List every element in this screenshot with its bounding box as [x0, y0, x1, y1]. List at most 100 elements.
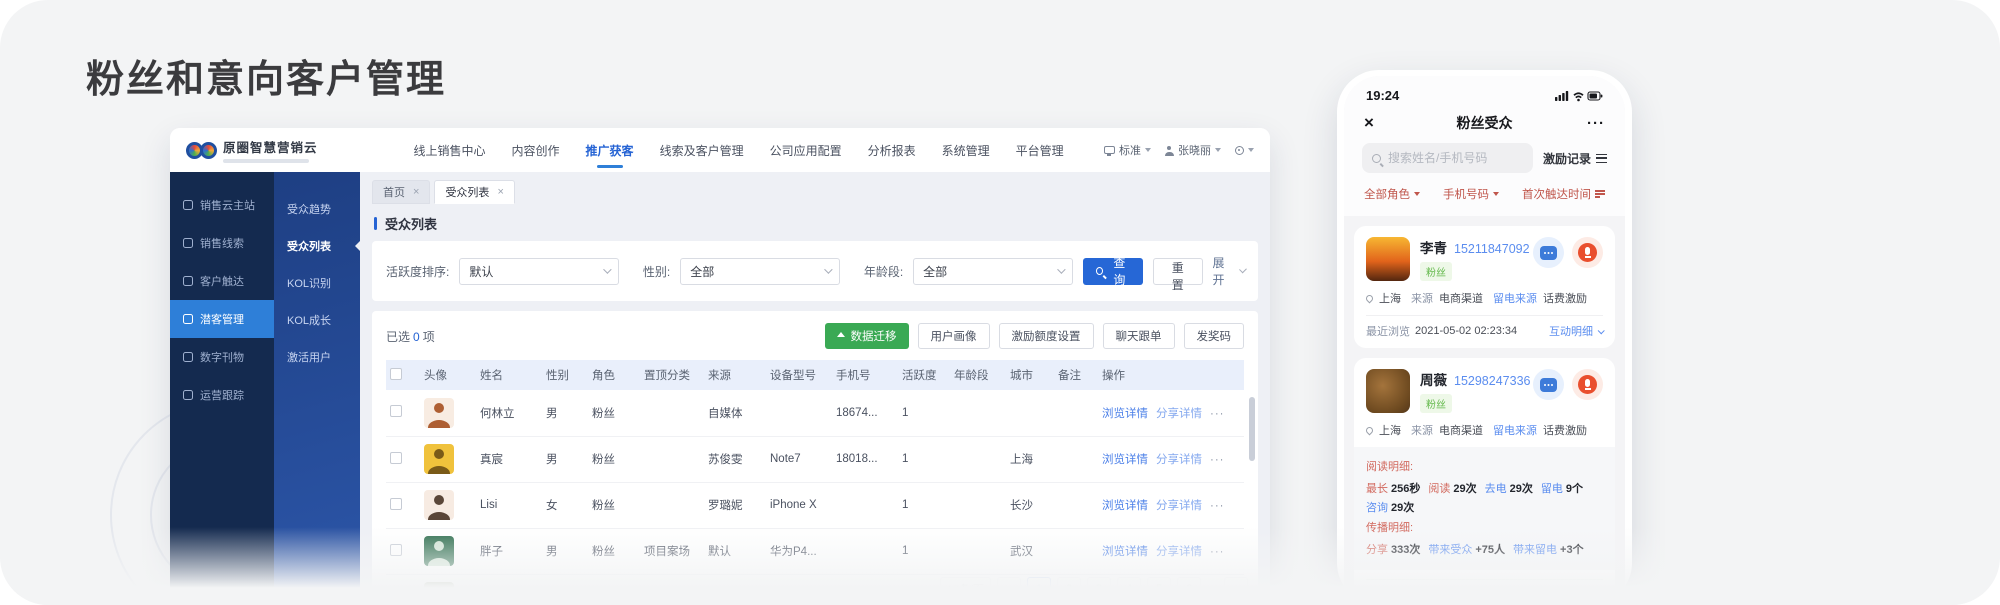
interaction-detail-toggle[interactable]: 互动明细: [1549, 323, 1603, 339]
workspace-switcher[interactable]: 标准: [1104, 142, 1151, 158]
phone-filter-2[interactable]: 首次触达时间: [1522, 186, 1605, 202]
page-size-select[interactable]: 10条/页: [940, 577, 991, 601]
submenu-item[interactable]: KOL成长: [274, 301, 360, 338]
detail-pair-label: 咨询: [1366, 502, 1388, 514]
chat-icon[interactable]: [1533, 237, 1564, 268]
view-detail-link[interactable]: 浏览详情: [1102, 408, 1148, 420]
top-nav-item[interactable]: 系统管理: [942, 128, 990, 172]
toolbar-button[interactable]: 聊天跟单: [1103, 323, 1175, 349]
read-detail-title: 阅读明细:: [1366, 458, 1603, 474]
page-button[interactable]: 1: [1027, 577, 1051, 601]
toolbar-button[interactable]: 激励额度设置: [999, 323, 1094, 349]
top-nav-item[interactable]: 分析报表: [868, 128, 916, 172]
top-nav-item[interactable]: 线上销售中心: [414, 128, 486, 172]
row-source: 自媒体: [704, 574, 766, 605]
search-input[interactable]: [1388, 151, 1523, 165]
sidebar-item[interactable]: 潜客管理: [170, 300, 274, 338]
fan-phone[interactable]: 15298247336: [1454, 374, 1530, 388]
table-scrollbar[interactable]: [1249, 397, 1255, 461]
row-select-cell: [386, 390, 420, 436]
submenu-item[interactable]: 受众趋势: [274, 190, 360, 227]
toolbar-button[interactable]: 发奖码: [1184, 323, 1245, 349]
more-actions-icon[interactable]: ···: [1210, 546, 1225, 558]
fan-card[interactable]: 李青 15211847092 粉丝 上海 来源 电商渠道 留电来源: [1354, 226, 1615, 348]
page-button[interactable]: 4: [1117, 577, 1141, 601]
detail-pair: 阅读29次: [1428, 480, 1476, 496]
more-actions-icon[interactable]: ···: [1210, 454, 1225, 466]
page-button[interactable]: 2: [1057, 577, 1081, 601]
top-nav-item[interactable]: 推广获客: [586, 128, 634, 172]
toolbar-button[interactable]: 用户画像: [918, 323, 990, 349]
fan-card[interactable]: 周薇 15298247336 粉丝 上海 来源 电商渠道 留电来源: [1354, 358, 1615, 605]
sidebar-item[interactable]: 销售线索: [170, 224, 274, 262]
page-button[interactable]: 6: [1177, 577, 1201, 601]
next-page-button[interactable]: ›: [1224, 577, 1248, 601]
top-nav-item[interactable]: 公司应用配置: [770, 128, 842, 172]
phone-filter-1[interactable]: 手机号码: [1443, 186, 1499, 202]
submenu-item[interactable]: 激活用户: [274, 338, 360, 375]
fan-tag: 粉丝: [1420, 394, 1452, 413]
reset-button[interactable]: 重置: [1153, 258, 1203, 285]
view-detail-link[interactable]: 浏览详情: [1102, 454, 1148, 466]
sort-filter-select[interactable]: 默认: [459, 258, 619, 285]
share-detail-link[interactable]: 分享详情: [1156, 454, 1202, 466]
row-gender: 男: [542, 390, 588, 436]
prev-page-button[interactable]: ‹: [997, 577, 1021, 601]
settings-menu[interactable]: [1235, 146, 1254, 155]
chevron-down-icon: [1248, 148, 1254, 152]
tab-close-icon[interactable]: ×: [413, 186, 419, 198]
more-actions-icon[interactable]: ···: [1210, 500, 1225, 512]
top-nav-item[interactable]: 线索及客户管理: [660, 128, 744, 172]
row-device: [766, 390, 832, 436]
row-checkbox[interactable]: [390, 590, 402, 602]
row-checkbox[interactable]: [390, 452, 402, 464]
search-button[interactable]: 查询: [1083, 258, 1143, 285]
fan-phone[interactable]: 15211847092: [1454, 242, 1530, 256]
user-menu[interactable]: 张晓丽: [1165, 142, 1221, 158]
chat-icon[interactable]: [1533, 369, 1564, 400]
row-checkbox[interactable]: [390, 498, 402, 510]
data-migrate-button[interactable]: 数据迁移: [825, 323, 909, 349]
share-detail-link[interactable]: 分享详情: [1156, 546, 1202, 558]
incentive-record-button[interactable]: 激励记录: [1543, 150, 1607, 167]
call-record-icon[interactable]: [1572, 237, 1603, 268]
more-icon[interactable]: ···: [1565, 115, 1605, 132]
share-detail-link[interactable]: 分享详情: [1156, 408, 1202, 420]
interaction-detail-toggle[interactable]: 互动明细: [1549, 587, 1603, 603]
page-button[interactable]: 5: [1147, 577, 1171, 601]
close-icon[interactable]: ×: [1364, 113, 1404, 133]
more-actions-icon[interactable]: ···: [1210, 408, 1225, 420]
phone-filter-0[interactable]: 全部角色: [1364, 186, 1420, 202]
top-nav-item[interactable]: 内容创作: [512, 128, 560, 172]
share-detail-link[interactable]: 分享详情: [1156, 500, 1202, 512]
call-record-icon[interactable]: [1572, 369, 1603, 400]
header-user-area: 标准 张晓丽: [1104, 142, 1254, 158]
sidebar-item[interactable]: 数字刊物: [170, 338, 274, 376]
sidebar-item[interactable]: 销售云主站: [170, 186, 274, 224]
select-all-checkbox[interactable]: [390, 368, 402, 380]
content-tab[interactable]: 受众列表×: [434, 180, 514, 204]
row-source: 罗璐妮: [704, 482, 766, 528]
sidebar-item[interactable]: 运营跟踪: [170, 376, 274, 414]
view-detail-link[interactable]: 浏览详情: [1102, 546, 1148, 558]
top-nav-item[interactable]: 平台管理: [1016, 128, 1064, 172]
expand-filters-link[interactable]: 展开: [1213, 254, 1245, 288]
username-label: 张晓丽: [1178, 142, 1211, 158]
row-checkbox[interactable]: [390, 405, 402, 417]
leads-icon: [183, 238, 193, 248]
view-detail-link[interactable]: 浏览详情: [1102, 500, 1148, 512]
page-button[interactable]: 3: [1087, 577, 1111, 601]
row-phone: 18018...: [832, 436, 898, 482]
column-header: 来源: [704, 360, 766, 390]
content-tab[interactable]: 首页×: [372, 180, 430, 204]
age-filter-select[interactable]: 全部: [913, 258, 1073, 285]
app-logo[interactable]: 原圈智慧营销云: [186, 137, 318, 163]
submenu-item[interactable]: KOL识别: [274, 264, 360, 301]
tab-close-icon[interactable]: ×: [497, 186, 503, 198]
sidebar-item[interactable]: 客户触达: [170, 262, 274, 300]
gender-filter-select[interactable]: 全部: [680, 258, 840, 285]
secondary-sidebar: 受众趋势受众列表KOL识别KOL成长激活用户: [274, 172, 360, 605]
column-header: 活跃度: [898, 360, 950, 390]
submenu-item[interactable]: 受众列表: [274, 227, 360, 264]
row-checkbox[interactable]: [390, 544, 402, 556]
